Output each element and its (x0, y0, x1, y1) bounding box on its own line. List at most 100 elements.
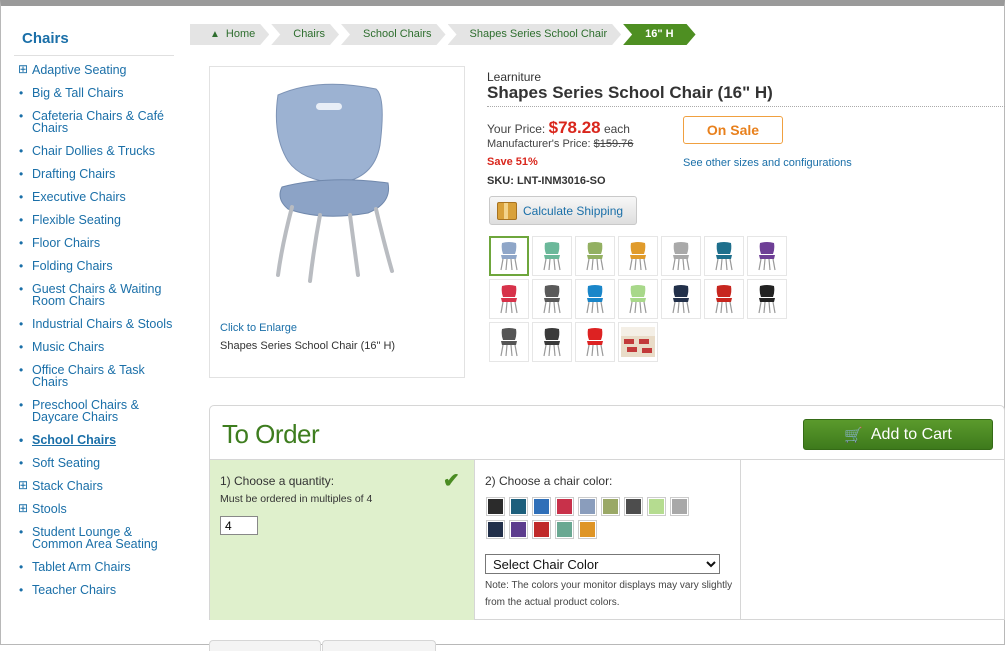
color-swatch[interactable] (624, 497, 643, 516)
color-thumbnail[interactable] (575, 279, 615, 319)
sidebar-item[interactable]: • School Chairs (14, 434, 174, 447)
quantity-step: 1) Choose a quantity: ✔ Must be ordered … (210, 459, 475, 620)
expand-icon[interactable]: ⊞ (18, 63, 28, 75)
color-thumbnail[interactable] (704, 236, 744, 276)
color-thumbnail[interactable] (747, 236, 787, 276)
color-swatch[interactable] (670, 497, 689, 516)
sidebar-item[interactable]: • Preschool Chairs & Daycare Chairs (14, 399, 174, 424)
sidebar-item-label: Big & Tall Chairs (32, 86, 124, 100)
calculate-shipping-button[interactable]: Calculate Shipping (489, 196, 637, 225)
color-swatch[interactable] (486, 520, 505, 539)
color-thumbnail[interactable] (532, 279, 572, 319)
title-divider (487, 106, 1005, 107)
breadcrumb-shapes-series[interactable]: Shapes Series School Chair (448, 24, 622, 45)
sidebar-item[interactable]: • Student Lounge & Common Area Seating (14, 526, 174, 551)
tab-specifications[interactable] (322, 640, 436, 651)
color-swatch[interactable] (578, 497, 597, 516)
color-swatch[interactable] (647, 497, 666, 516)
breadcrumb-school-chairs[interactable]: School Chairs (341, 24, 445, 45)
color-note: Note: The colors your monitor displays m… (485, 580, 733, 608)
chair-thumbnail-icon (543, 328, 561, 357)
mfr-price-value: $159.76 (593, 138, 634, 150)
sidebar-item[interactable]: • Cafeteria Chairs & Café Chairs (14, 109, 174, 135)
sidebar-item[interactable]: ⊞ Stools (14, 502, 174, 515)
bullet-icon: • (19, 363, 24, 377)
image-caption: Shapes Series School Chair (16" H) (220, 340, 396, 352)
quantity-input[interactable] (220, 516, 258, 535)
chair-thumbnail-icon (543, 242, 561, 271)
color-thumbnail[interactable] (661, 236, 701, 276)
color-swatch[interactable] (555, 520, 574, 539)
sidebar-item-label: Teacher Chairs (32, 583, 117, 597)
bullet-icon: • (19, 456, 24, 470)
color-swatch[interactable] (555, 497, 574, 516)
color-thumbnail[interactable] (661, 279, 701, 319)
color-swatch[interactable] (601, 497, 620, 516)
sidebar-item[interactable]: • Industrial Chairs & Stools (14, 318, 174, 331)
sidebar-item-label: Folding Chairs (32, 259, 113, 273)
product-image[interactable] (258, 75, 418, 285)
sidebar-item[interactable]: • Office Chairs & Task Chairs (14, 363, 174, 389)
color-thumbnail[interactable] (575, 236, 615, 276)
price-row: Your Price: $78.28 each (487, 118, 630, 138)
sidebar-item[interactable]: • Floor Chairs (14, 237, 174, 250)
color-swatch[interactable] (486, 497, 505, 516)
color-swatch[interactable] (532, 497, 551, 516)
other-sizes-link[interactable]: See other sizes and configurations (683, 157, 852, 169)
color-thumbnail[interactable] (618, 279, 658, 319)
chair-thumbnail-icon (672, 242, 690, 271)
sidebar-item-label: Chair Dollies & Trucks (32, 144, 155, 158)
quantity-step-label: 1) Choose a quantity: (220, 474, 335, 488)
sidebar-item[interactable]: • Music Chairs (14, 340, 174, 354)
color-thumbnail[interactable] (489, 322, 529, 362)
color-swatch[interactable] (509, 497, 528, 516)
color-thumbnail[interactable] (532, 322, 572, 362)
breadcrumb-chairs[interactable]: Chairs (271, 24, 339, 45)
color-swatch[interactable] (532, 520, 551, 539)
color-thumbnails (489, 236, 787, 362)
breadcrumb: ▲ Home Chairs School Chairs Shapes Series… (190, 24, 698, 45)
quantity-note: Must be ordered in multiples of 4 (220, 493, 373, 505)
cart-icon: 🛒 (844, 426, 863, 444)
color-thumbnail[interactable] (618, 322, 658, 362)
sidebar-item[interactable]: • Guest Chairs & Waiting Room Chairs (14, 282, 174, 308)
color-thumbnail[interactable] (575, 322, 615, 362)
color-thumbnail[interactable] (489, 279, 529, 319)
click-to-enlarge-link[interactable]: Click to Enlarge (220, 322, 297, 334)
sidebar-item-label: Cafeteria Chairs & Café Chairs (32, 109, 165, 135)
sidebar-item[interactable]: ⊞ Adaptive Seating (14, 63, 174, 76)
on-sale-badge: On Sale (683, 116, 783, 144)
color-thumbnail[interactable] (704, 279, 744, 319)
sidebar-item[interactable]: • Executive Chairs (14, 191, 174, 204)
sidebar-item-label: Music Chairs (32, 340, 105, 354)
color-thumbnail[interactable] (489, 236, 529, 276)
color-thumbnail[interactable] (747, 279, 787, 319)
sidebar-item[interactable]: • Big & Tall Chairs (14, 86, 174, 100)
expand-icon[interactable]: ⊞ (18, 479, 28, 491)
color-thumbnail[interactable] (532, 236, 572, 276)
chair-thumbnail-icon (715, 242, 733, 271)
sidebar-item[interactable]: • Flexible Seating (14, 214, 174, 227)
sidebar-item[interactable]: • Tablet Arm Chairs (14, 561, 174, 574)
color-swatch[interactable] (509, 520, 528, 539)
sidebar-item-label: Guest Chairs & Waiting Room Chairs (32, 282, 162, 308)
chair-thumbnail-icon (715, 285, 733, 314)
chair-color-select[interactable]: Select Chair Color (485, 554, 720, 574)
bullet-icon: • (19, 340, 24, 354)
tab-description[interactable] (209, 640, 321, 651)
color-swatch[interactable] (578, 520, 597, 539)
breadcrumb-home[interactable]: ▲ Home (190, 24, 269, 45)
sidebar-item[interactable]: ⊞ Stack Chairs (14, 479, 174, 492)
chair-thumbnail-icon (629, 242, 647, 271)
sidebar-item-label: Soft Seating (32, 456, 101, 470)
add-to-cart-button[interactable]: 🛒 Add to Cart (803, 419, 993, 450)
sidebar-item[interactable]: • Chair Dollies & Trucks (14, 144, 174, 158)
expand-icon[interactable]: ⊞ (18, 502, 28, 514)
sidebar-item[interactable]: • Folding Chairs (14, 259, 174, 273)
sidebar-item[interactable]: • Soft Seating (14, 456, 174, 470)
sku: SKU: LNT-INM3016-SO (487, 175, 606, 187)
color-thumbnail[interactable] (618, 236, 658, 276)
sidebar-item[interactable]: • Teacher Chairs (14, 583, 174, 597)
sidebar-item[interactable]: • Drafting Chairs (14, 168, 174, 181)
home-icon: ▲ (210, 29, 220, 40)
